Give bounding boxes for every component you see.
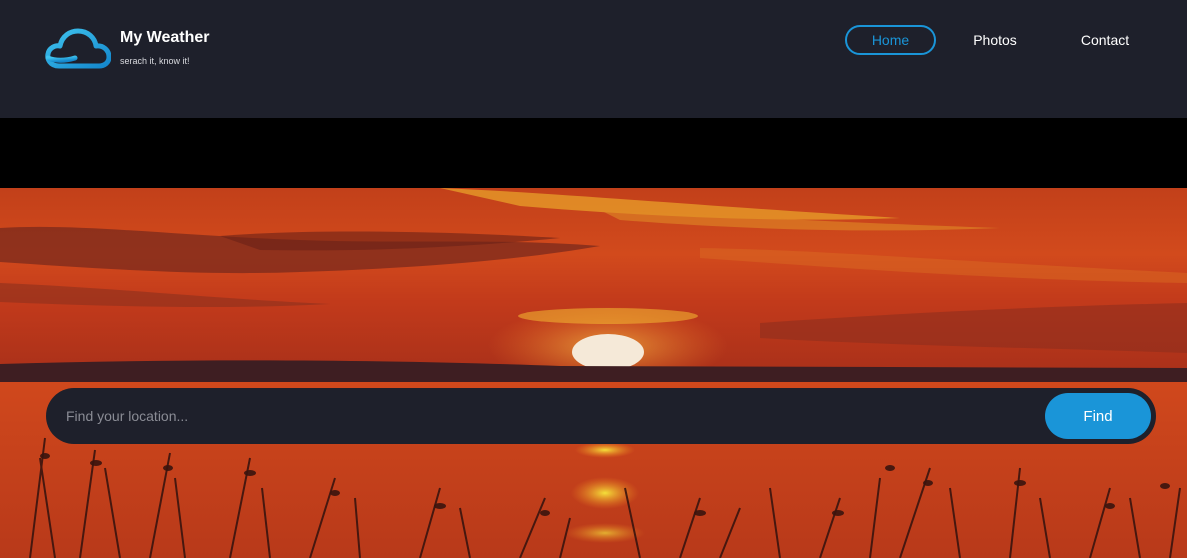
cloud-icon xyxy=(45,28,111,69)
header-spacer xyxy=(0,118,1187,188)
site-header: My Weather serach it, know it! Home Phot… xyxy=(0,0,1187,118)
hero-sunset-image xyxy=(0,188,1187,558)
nav-home-link[interactable]: Home xyxy=(845,25,936,55)
location-search-input[interactable] xyxy=(66,388,1026,444)
main-nav: Home Photos Contact xyxy=(845,25,1130,55)
brand[interactable]: My Weather serach it, know it! xyxy=(45,28,210,70)
search-bar: Find xyxy=(46,388,1156,444)
nav-photos-link[interactable]: Photos xyxy=(973,25,1017,55)
brand-tagline: serach it, know it! xyxy=(120,56,190,66)
brand-title: My Weather xyxy=(120,29,210,46)
find-button[interactable]: Find xyxy=(1045,393,1151,439)
nav-contact-link[interactable]: Contact xyxy=(1080,25,1130,55)
